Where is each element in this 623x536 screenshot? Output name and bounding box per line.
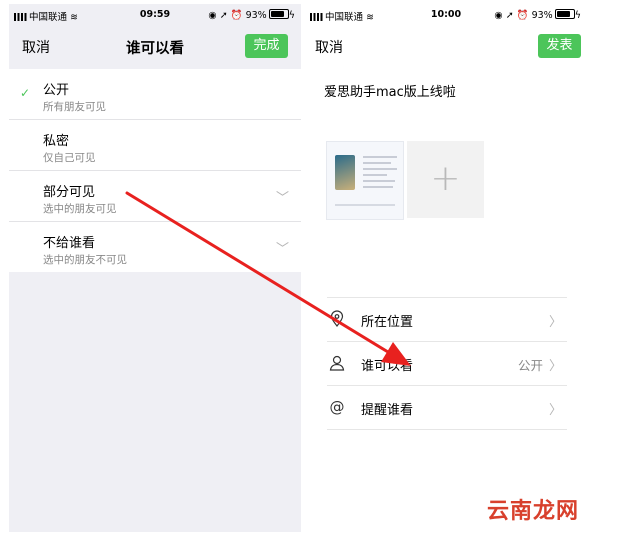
arrow-shaft: [125, 191, 390, 354]
annotation-arrow: [125, 191, 411, 366]
arrow-head: [381, 342, 411, 366]
watermark-logo: 云南龙网: [487, 499, 580, 524]
